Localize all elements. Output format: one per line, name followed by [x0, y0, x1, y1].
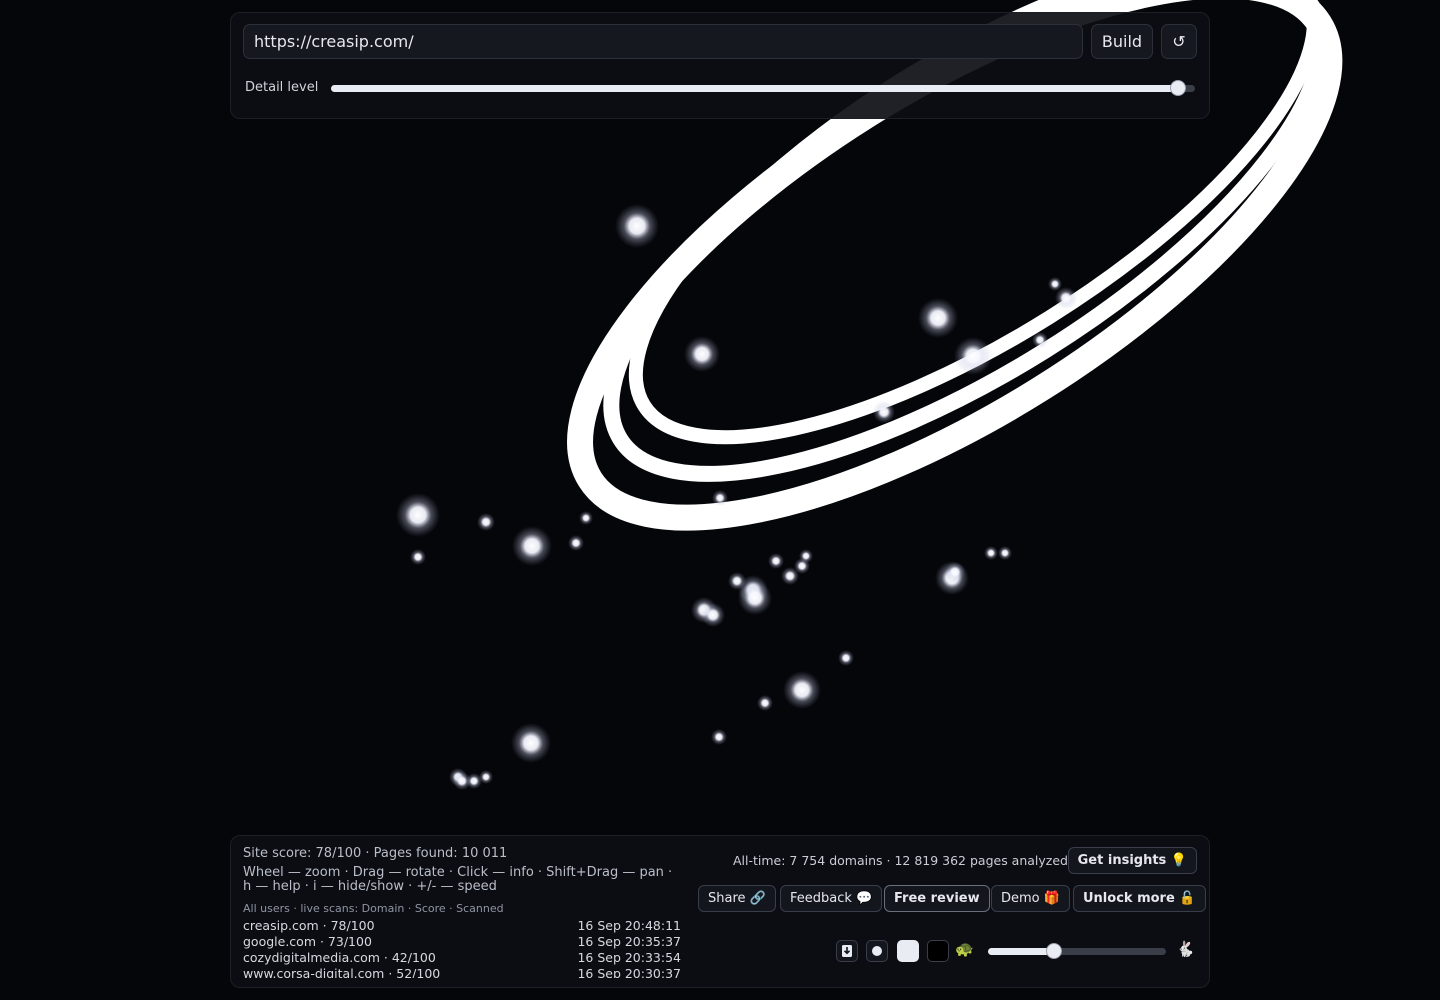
- download-icon[interactable]: [836, 940, 858, 962]
- graph-node[interactable]: [512, 526, 552, 566]
- unlock-more-button[interactable]: Unlock more 🔓: [1073, 885, 1206, 912]
- detail-level-slider[interactable]: [331, 85, 1195, 92]
- graph-node[interactable]: [1032, 332, 1048, 348]
- graph-node[interactable]: [712, 490, 728, 506]
- controls-help: Wheel — zoom · Drag — rotate · Click — i…: [243, 865, 673, 894]
- scan-time: 16 Sep 20:35:37: [577, 934, 681, 949]
- scan-time: 16 Sep 20:48:11: [577, 918, 681, 933]
- graph-node[interactable]: [479, 770, 493, 784]
- download-glyph-icon: [842, 945, 852, 957]
- graph-node[interactable]: [1055, 287, 1077, 309]
- graph-node[interactable]: [701, 603, 725, 627]
- detail-level-label: Detail level: [245, 80, 319, 95]
- list-item[interactable]: cozydigitalmedia.com · 42/100 16 Sep 20:3…: [243, 950, 681, 966]
- light-theme-icon[interactable]: [897, 940, 919, 962]
- graph-node[interactable]: [918, 298, 958, 338]
- graph-node[interactable]: [799, 549, 813, 563]
- free-review-button[interactable]: Free review: [884, 885, 990, 912]
- graph-node[interactable]: [396, 493, 440, 537]
- scan-domain: cozydigitalmedia.com · 42/100: [243, 950, 436, 965]
- detail-level-handle[interactable]: [1169, 80, 1186, 96]
- dark-theme-icon[interactable]: [927, 940, 949, 962]
- graph-node[interactable]: [757, 695, 773, 711]
- share-button[interactable]: Share 🔗: [698, 885, 776, 912]
- turtle-icon: 🐢: [955, 940, 974, 958]
- dot-theme-icon[interactable]: [866, 940, 888, 962]
- demo-button[interactable]: Demo 🎁: [991, 885, 1070, 912]
- scan-domain: www.corsa-digital.com · 52/100: [243, 966, 441, 978]
- list-item[interactable]: google.com · 73/100 16 Sep 20:35:37: [243, 934, 681, 950]
- feedback-button[interactable]: Feedback 💬: [780, 885, 883, 912]
- scan-domain: google.com · 73/100: [243, 934, 372, 949]
- graph-node[interactable]: [579, 511, 593, 525]
- graph-node[interactable]: [783, 671, 821, 709]
- site-score: Site score: 78/100 · Pages found: 10 011: [243, 846, 508, 861]
- list-item[interactable]: creasip.com · 78/100 16 Sep 20:48:11: [243, 918, 681, 934]
- reset-icon[interactable]: ↺: [1161, 24, 1197, 59]
- graph-node[interactable]: [410, 549, 426, 565]
- all-time-stats: All-time: 7 754 domains · 12 819 362 pag…: [733, 853, 1068, 868]
- get-insights-button[interactable]: Get insights 💡: [1067, 847, 1197, 874]
- speed-slider[interactable]: [988, 948, 1166, 955]
- graph-node[interactable]: [768, 553, 784, 569]
- graph-node[interactable]: [511, 723, 551, 763]
- graph-node[interactable]: [684, 336, 720, 372]
- graph-node[interactable]: [838, 650, 854, 666]
- list-item[interactable]: www.corsa-digital.com · 52/100 16 Sep 20:…: [243, 966, 681, 978]
- dot-glyph-icon: [872, 946, 882, 956]
- info-panel: Site score: 78/100 · Pages found: 10 011…: [230, 835, 1210, 988]
- graph-node[interactable]: [477, 513, 495, 531]
- graph-node[interactable]: [738, 581, 772, 615]
- top-toolbar: Build ↺ Detail level: [230, 12, 1210, 119]
- graph-node[interactable]: [945, 562, 965, 582]
- graph-node[interactable]: [568, 535, 584, 551]
- graph-node[interactable]: [954, 337, 992, 375]
- live-scans-header: All users · live scans: Domain · Score ·…: [243, 902, 504, 915]
- graph-node[interactable]: [711, 729, 727, 745]
- graph-node[interactable]: [998, 546, 1012, 560]
- graph-node[interactable]: [984, 546, 998, 560]
- build-button[interactable]: Build: [1091, 24, 1153, 59]
- scan-time: 16 Sep 20:33:54: [577, 950, 681, 965]
- graph-nodes[interactable]: [396, 204, 1077, 790]
- live-scans-list: creasip.com · 78/100 16 Sep 20:48:11 goog…: [243, 918, 681, 978]
- rabbit-icon: 🐇: [1176, 940, 1195, 958]
- url-input[interactable]: [243, 24, 1083, 59]
- scan-time: 16 Sep 20:30:37: [577, 966, 681, 978]
- graph-node[interactable]: [615, 204, 659, 248]
- scan-domain: creasip.com · 78/100: [243, 918, 375, 933]
- graph-node[interactable]: [873, 401, 895, 423]
- speed-handle[interactable]: [1045, 943, 1062, 959]
